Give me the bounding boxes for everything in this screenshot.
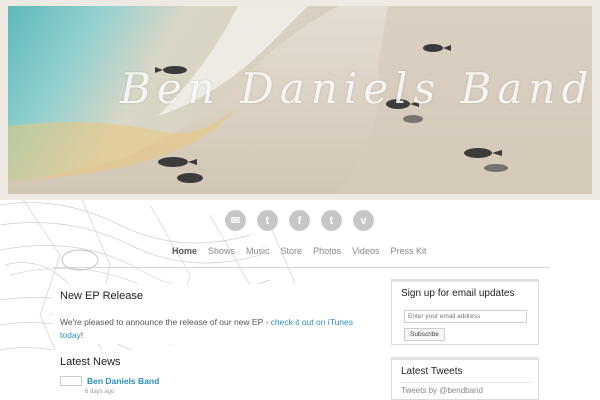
latest-news-panel: Latest News Ben Daniels Band 6 days ago xyxy=(53,350,373,400)
ep-release-text-end: ! xyxy=(80,330,84,340)
vimeo-icon[interactable]: v xyxy=(353,210,374,231)
news-thumbnail xyxy=(60,376,82,386)
email-signup-widget: Sign up for email updates Subscribe xyxy=(391,279,539,345)
news-item-date: 6 days ago xyxy=(85,389,115,395)
ep-release-text-start: We're pleased to announce the release of… xyxy=(60,317,271,327)
band-logo: Ben Daniels Band xyxy=(120,64,592,113)
email-icon[interactable]: ✉ xyxy=(225,210,246,231)
nav-item-store[interactable]: Store xyxy=(281,246,303,256)
header: Ben Daniels Band xyxy=(0,0,600,200)
email-field[interactable] xyxy=(404,310,527,323)
nav-item-videos[interactable]: Videos xyxy=(352,246,379,256)
latest-news-title: Latest News xyxy=(60,356,121,368)
latest-tweets-widget: Latest Tweets Tweets by @bendband xyxy=(391,357,539,400)
tweets-divider xyxy=(401,382,531,383)
nav-item-shows[interactable]: Shows xyxy=(208,246,235,256)
tweets-link[interactable]: Tweets by @bendband xyxy=(401,386,483,395)
facebook-icon[interactable]: f xyxy=(289,210,310,231)
signup-title: Sign up for email updates xyxy=(401,288,515,299)
nav-item-press-kit[interactable]: Press Kit xyxy=(390,246,426,256)
ep-release-panel: New EP Release We're pleased to announce… xyxy=(53,284,373,344)
ep-release-title: New EP Release xyxy=(60,290,143,302)
nav-item-photos[interactable]: Photos xyxy=(313,246,341,256)
main-nav: Home Shows Music Store Photos Videos Pre… xyxy=(172,246,426,256)
nav-item-home[interactable]: Home xyxy=(172,246,197,256)
twitter-icon[interactable]: t xyxy=(257,210,278,231)
news-item-title[interactable]: Ben Daniels Band xyxy=(87,376,159,386)
ep-release-text: We're pleased to announce the release of… xyxy=(53,302,373,342)
header-banner: Ben Daniels Band xyxy=(8,6,592,194)
social-icons: ✉ t f t v xyxy=(225,210,374,231)
subscribe-button[interactable]: Subscribe xyxy=(404,328,445,341)
tweets-title: Latest Tweets xyxy=(401,366,463,377)
nav-divider xyxy=(53,267,550,268)
nav-item-music[interactable]: Music xyxy=(246,246,270,256)
news-item[interactable]: Ben Daniels Band xyxy=(60,376,159,386)
tumblr-icon[interactable]: t xyxy=(321,210,342,231)
